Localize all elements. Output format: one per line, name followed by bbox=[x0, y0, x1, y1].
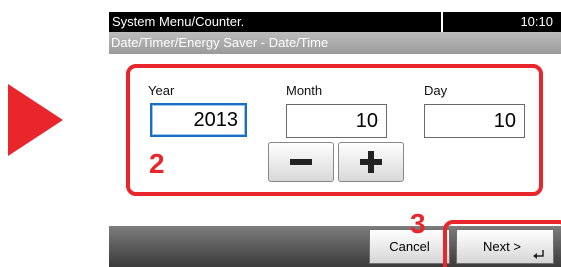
breadcrumb: Date/Timer/Energy Saver - Date/Time bbox=[109, 32, 561, 54]
breadcrumb-text: Date/Timer/Energy Saver - Date/Time bbox=[111, 35, 329, 50]
window-title: System Menu/Counter. bbox=[112, 14, 245, 29]
clock: 10:10 bbox=[520, 14, 553, 29]
next-button-highlight bbox=[443, 220, 561, 267]
step-3-callout: 3 bbox=[410, 208, 426, 239]
play-arrow-icon bbox=[8, 84, 63, 156]
title-divider bbox=[441, 12, 443, 32]
device-panel: System Menu/Counter. 10:10 Date/Timer/En… bbox=[109, 12, 561, 267]
date-fields-highlight bbox=[126, 64, 543, 196]
step-2-callout: 2 bbox=[149, 148, 165, 179]
title-bar: System Menu/Counter. 10:10 bbox=[109, 12, 561, 32]
